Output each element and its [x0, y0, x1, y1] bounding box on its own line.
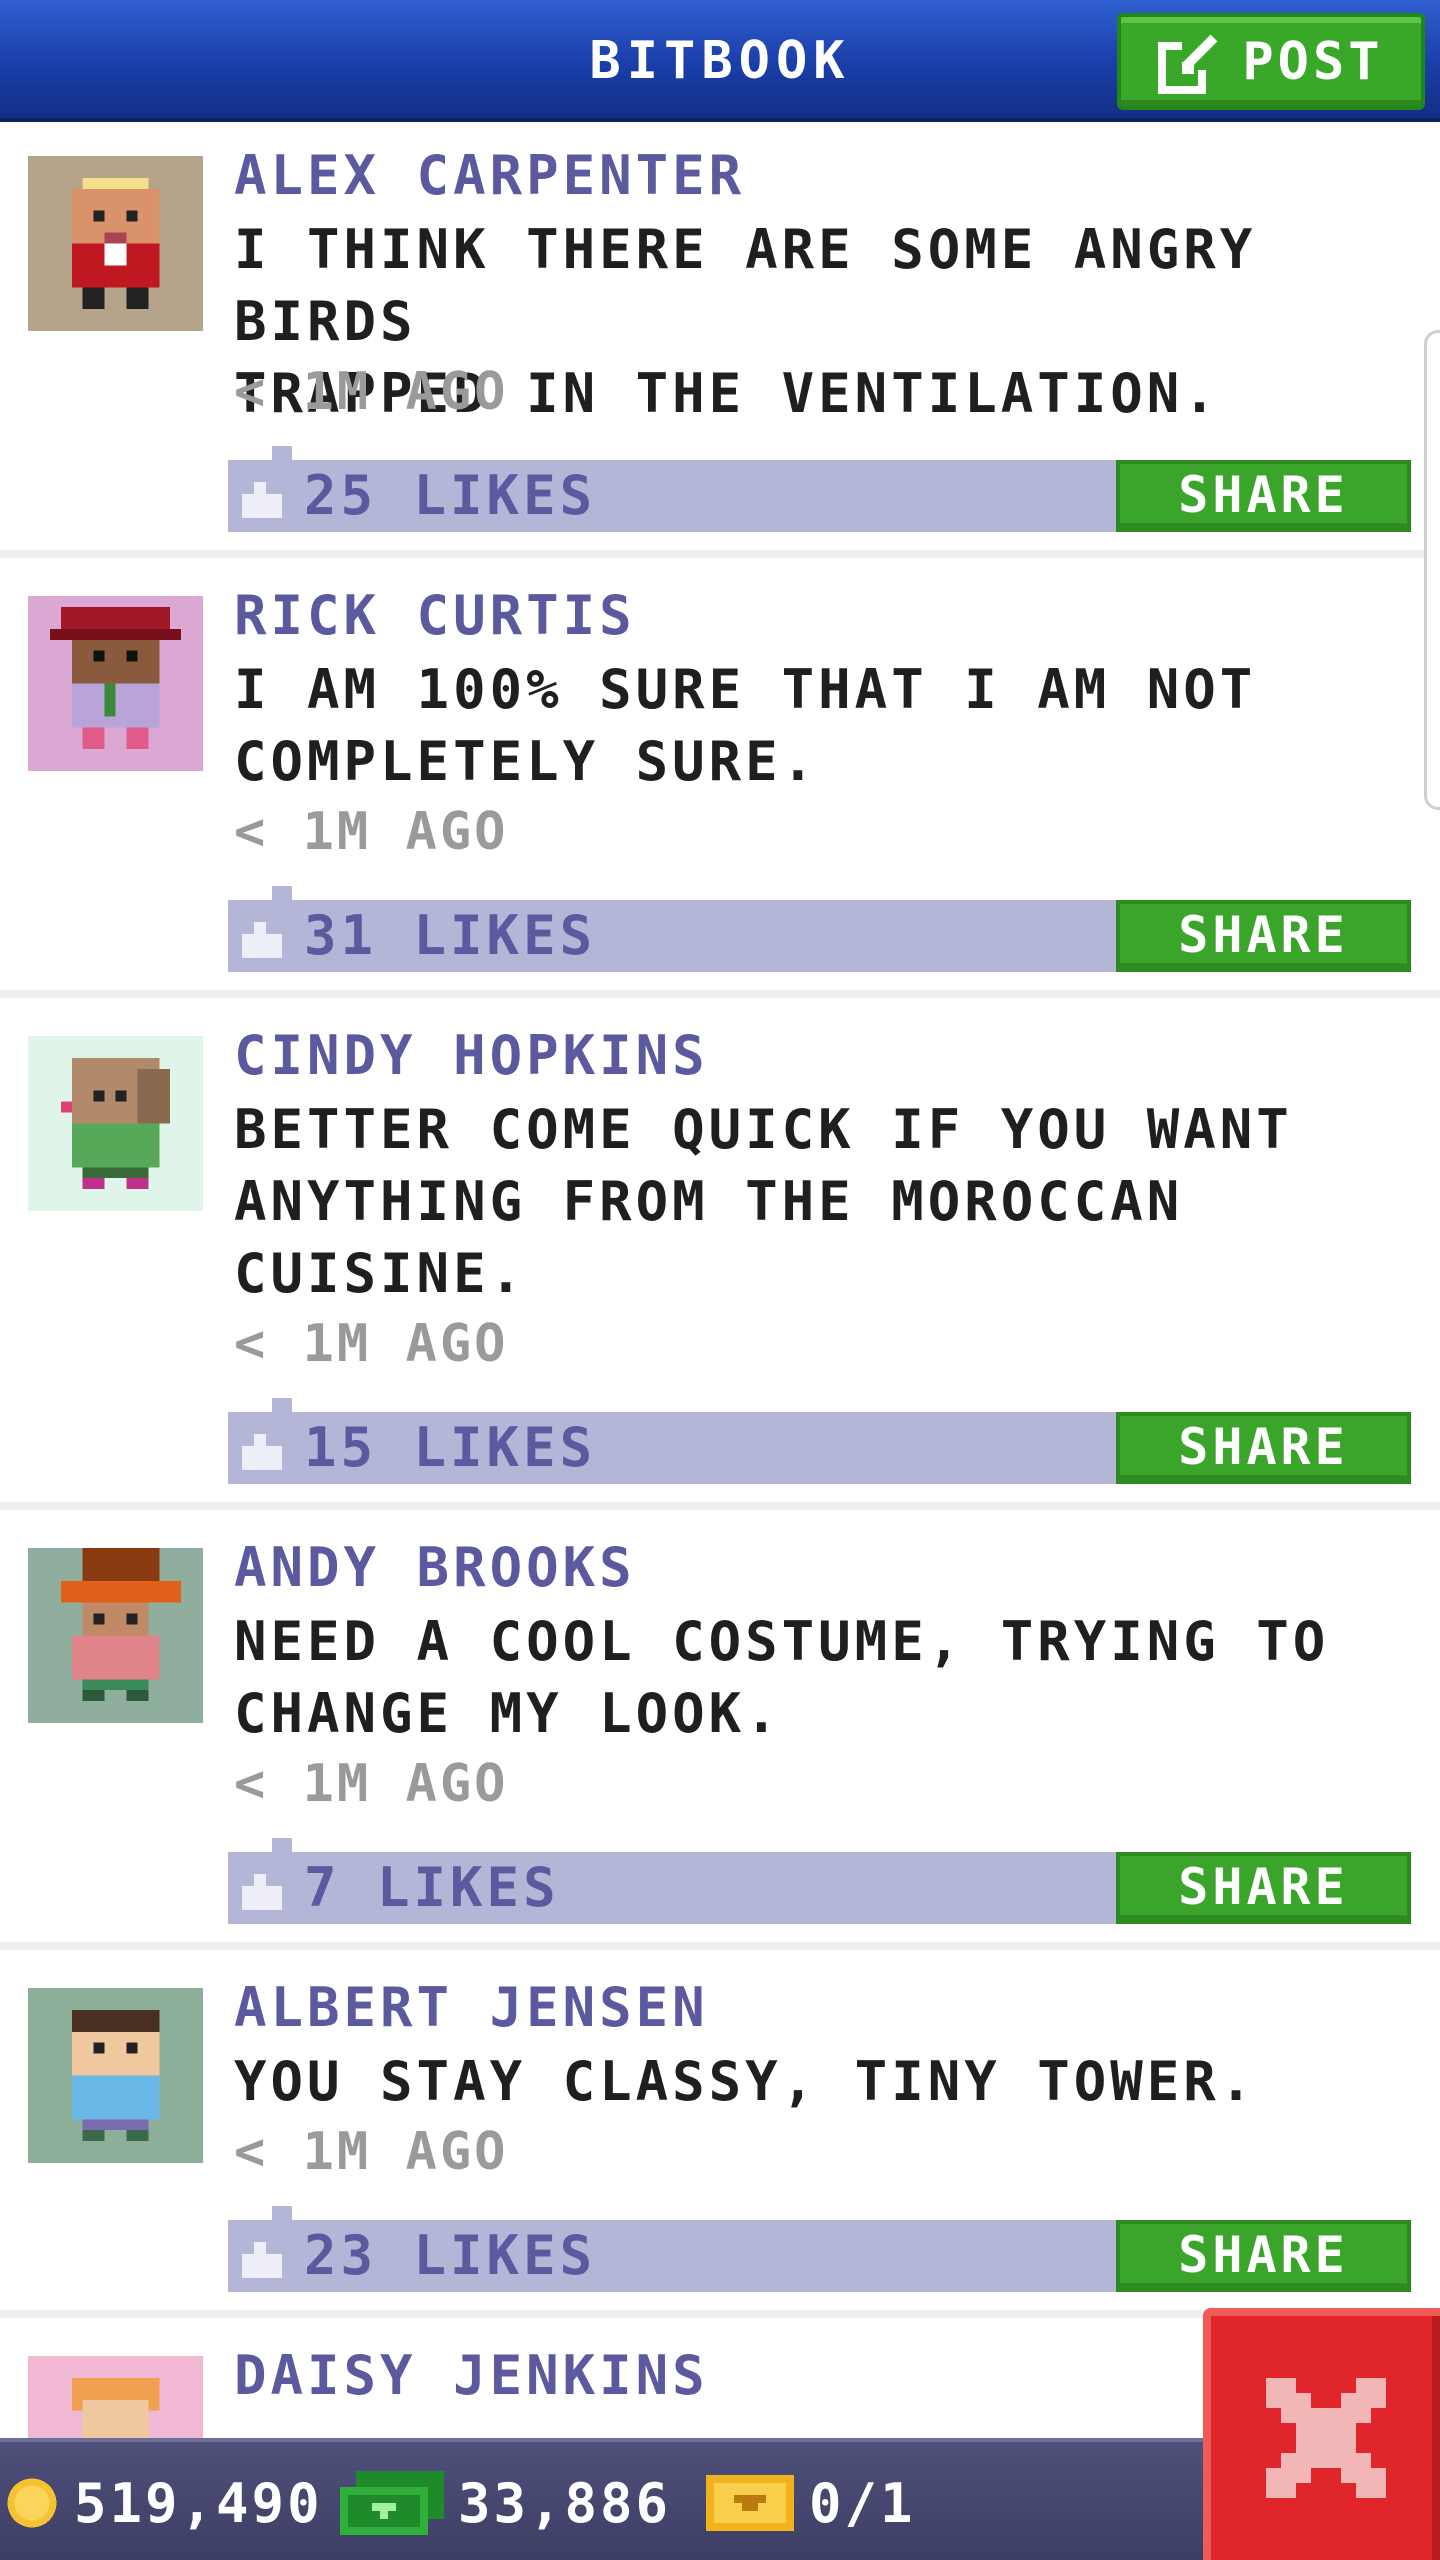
feed-post: ALBERT JENSEN YOU STAY CLASSY, TINY TOWE… — [0, 1958, 1440, 2318]
coins-value: 519,490 — [74, 2471, 323, 2535]
post-button[interactable]: POST — [1117, 13, 1425, 110]
likes-count: 15 LIKES — [304, 1416, 597, 1479]
likes-count: 31 LIKES — [304, 904, 597, 967]
feed-post: CINDY HOPKINS BETTER COME QUICK IF YOU W… — [0, 1006, 1440, 1510]
bux-value: 33,886 — [458, 2471, 672, 2535]
post-time: < 1M AGO — [234, 1314, 509, 1374]
post-message: YOU STAY CLASSY, TINY TOWER. — [234, 2050, 1257, 2113]
avatar[interactable] — [28, 1548, 203, 1723]
likes-bar: 7 LIKES SHARE — [228, 1838, 1411, 1924]
likes-bar: 31 LIKES SHARE — [228, 886, 1411, 972]
post-message: I AM 100% SURE THAT I AM NOT COMPLETELY … — [234, 658, 1257, 793]
scroll-indicator[interactable] — [1424, 330, 1440, 810]
post-time: < 1M AGO — [234, 1754, 509, 1814]
post-author[interactable]: ALBERT JENSEN — [234, 1976, 709, 2040]
share-button[interactable]: SHARE — [1116, 1412, 1411, 1484]
post-time: < 1M AGO — [234, 2122, 509, 2182]
header-bar: BITBOOK POST — [0, 0, 1440, 122]
thumbs-up-icon[interactable] — [242, 1870, 282, 1910]
likes-bar: 25 LIKES SHARE — [228, 446, 1411, 532]
feed-post: ALEX CARPENTER I THINK THERE ARE SOME AN… — [0, 126, 1440, 558]
feed-post: RICK CURTIS I AM 100% SURE THAT I AM NOT… — [0, 566, 1440, 998]
thumbs-up-icon[interactable] — [242, 1430, 282, 1470]
post-author[interactable]: CINDY HOPKINS — [234, 1024, 709, 1088]
share-button[interactable]: SHARE — [1116, 2220, 1411, 2292]
post-message: NEED A COOL COSTUME, TRYING TO CHANGE MY… — [234, 1610, 1330, 1745]
ticket-icon — [706, 2475, 794, 2531]
coins-stat: 519,490 — [4, 2442, 323, 2560]
avatar[interactable] — [28, 156, 203, 331]
likes-count: 7 LIKES — [304, 1856, 560, 1919]
post-time: < 1M AGO — [234, 362, 509, 422]
feed-post: ANDY BROOKS NEED A COOL COSTUME, TRYING … — [0, 1518, 1440, 1950]
close-button[interactable] — [1203, 2308, 1440, 2560]
post-author[interactable]: ANDY BROOKS — [234, 1536, 636, 1600]
post-author[interactable]: RICK CURTIS — [234, 584, 636, 648]
thumbs-up-icon[interactable] — [242, 2238, 282, 2278]
likes-bar: 23 LIKES SHARE — [228, 2206, 1411, 2292]
avatar[interactable] — [28, 1988, 203, 2163]
avatar[interactable] — [28, 1036, 203, 1211]
bux-icon — [340, 2471, 444, 2535]
avatar[interactable] — [28, 596, 203, 771]
post-message: BETTER COME QUICK IF YOU WANT ANYTHING F… — [234, 1098, 1293, 1305]
likes-count: 25 LIKES — [304, 464, 597, 527]
share-button[interactable]: SHARE — [1116, 900, 1411, 972]
post-button-label: POST — [1242, 31, 1384, 92]
likes-count: 23 LIKES — [304, 2224, 597, 2287]
coin-icon — [7, 2478, 57, 2528]
close-icon — [1265, 2378, 1386, 2498]
tickets-stat: 0/1 — [705, 2442, 916, 2560]
share-button[interactable]: SHARE — [1116, 1852, 1411, 1924]
tickets-value: 0/1 — [809, 2471, 916, 2535]
share-button[interactable]: SHARE — [1116, 460, 1411, 532]
bux-stat: 33,886 — [340, 2442, 671, 2560]
thumbs-up-icon[interactable] — [242, 478, 282, 518]
thumbs-up-icon[interactable] — [242, 918, 282, 958]
post-author[interactable]: DAISY JENKINS — [234, 2344, 709, 2408]
post-author[interactable]: ALEX CARPENTER — [234, 144, 745, 208]
post-time: < 1M AGO — [234, 802, 509, 862]
edit-icon — [1158, 33, 1219, 94]
likes-bar: 15 LIKES SHARE — [228, 1398, 1411, 1484]
